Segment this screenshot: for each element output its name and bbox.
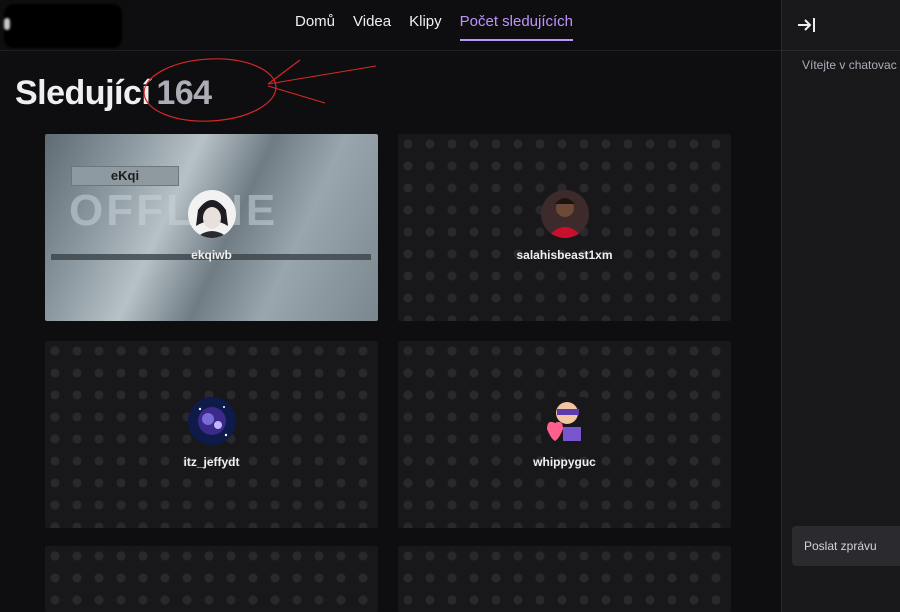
chat-panel: Vítejte v chatovac Poslat zprávu [781,0,900,612]
follower-name[interactable]: itz_jeffydt [45,455,378,469]
offline-banner-text: OFFLINE [69,186,279,235]
follower-card[interactable]: whippyguc [398,341,731,528]
follower-card-partial[interactable] [45,546,378,612]
follower-name[interactable]: whippyguc [398,455,731,469]
avatar[interactable] [541,397,589,445]
chat-message-input[interactable]: Poslat zprávu [792,526,900,566]
logo-accent [4,18,10,30]
follower-name[interactable]: ekqiwb [45,248,378,262]
tab-videos[interactable]: Videa [344,0,400,50]
avatar[interactable] [541,190,589,238]
chat-welcome-text: Vítejte v chatovac [802,58,897,72]
top-bar: Domů Videa Klipy Počet sledujících [0,0,781,51]
follower-count: 164 [156,74,212,112]
redacted-logo [4,4,122,48]
follower-card[interactable]: salahisbeast1xm [398,134,731,321]
follower-card[interactable]: itz_jeffydt [45,341,378,528]
follower-name[interactable]: salahisbeast1xm [398,248,731,262]
avatar[interactable] [188,190,236,238]
tab-home[interactable]: Domů [286,0,344,50]
page-title: Sledující 164 [15,74,212,113]
chat-header [782,0,900,51]
avatar[interactable] [188,397,236,445]
channel-nav: Domů Videa Klipy Počet sledujících [286,0,582,50]
tab-followers[interactable]: Počet sledujících [451,0,582,50]
follower-card-partial[interactable] [398,546,731,612]
arrow-right-to-bar-icon[interactable] [796,15,818,35]
banner-label: eKqi [71,166,179,186]
page-title-text: Sledující [15,74,151,112]
tab-clips[interactable]: Klipy [400,0,451,50]
follower-card[interactable]: eKqi OFFLINE ekqiwb [45,134,378,321]
